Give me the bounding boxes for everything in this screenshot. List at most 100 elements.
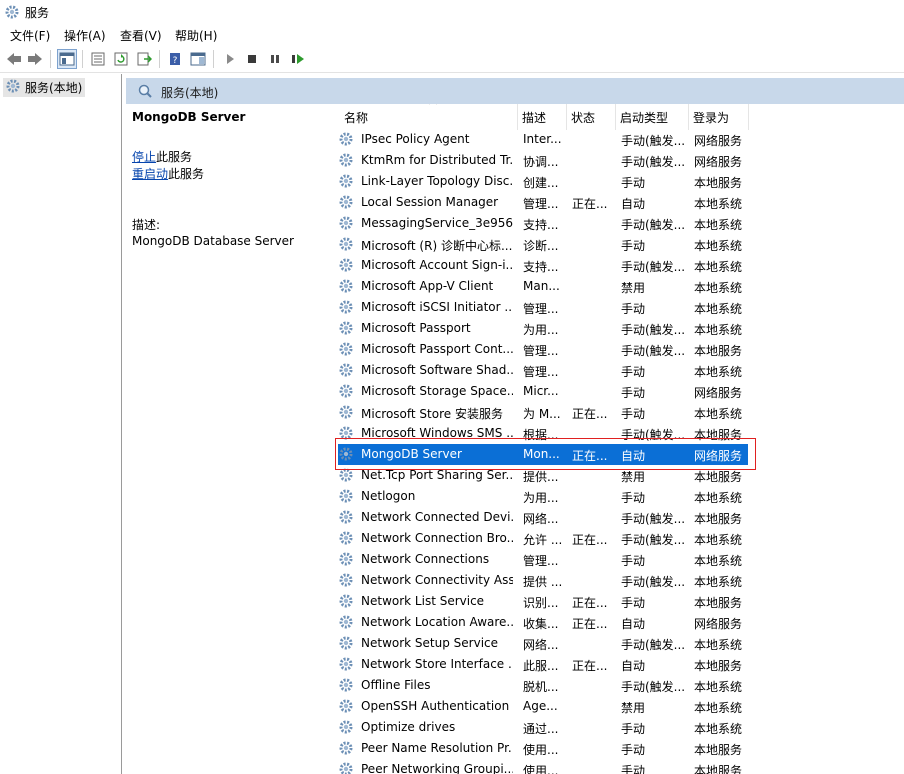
table-row[interactable]: Microsoft Account Sign-i... 支持... 手动(触发...…: [334, 255, 764, 276]
table-row[interactable]: Link-Layer Topology Disc... 创建... 手动 本地服务: [334, 171, 764, 192]
table-row[interactable]: Microsoft Windows SMS ... 根据... 手动(触发... 本地…: [334, 423, 764, 444]
action-pane-icon[interactable]: [188, 49, 208, 69]
restart-service-link[interactable]: 重启动: [132, 167, 168, 181]
service-gear-icon: [338, 278, 354, 297]
table-row[interactable]: Microsoft iSCSI Initiator ... 管理... 手动 本地系统: [334, 297, 764, 318]
column-header-status[interactable]: 状态: [567, 104, 616, 130]
column-header-name[interactable]: 名称: [340, 104, 518, 130]
service-gear-icon: [338, 635, 354, 654]
service-startup-type-cell: 自动: [621, 197, 646, 211]
service-gear-icon: [338, 320, 354, 339]
service-startup-type-cell: 手动: [621, 176, 646, 190]
refresh-icon[interactable]: [111, 49, 131, 69]
service-status-cell: 正在...: [572, 617, 608, 631]
table-row[interactable]: Microsoft Storage Space... Micr... 手动 网络服务: [334, 381, 764, 402]
service-description-cell: 提供...: [523, 470, 559, 484]
service-startup-type-cell: 手动: [621, 554, 646, 568]
table-row[interactable]: Network Location Aware... 收集... 正在... 自动 网络服…: [334, 612, 764, 633]
service-gear-icon: [338, 551, 354, 570]
service-logon-cell: 本地系统: [694, 575, 743, 589]
table-row[interactable]: Net.Tcp Port Sharing Ser... 提供... 禁用 本地服务: [334, 465, 764, 486]
pause-service-icon[interactable]: [265, 49, 285, 69]
service-name-cell: Network Location Aware...: [361, 615, 513, 629]
service-startup-type-cell: 手动(触发...: [621, 260, 686, 274]
properties-sheet-icon[interactable]: [88, 49, 108, 69]
menu-help[interactable]: 帮助(H): [173, 26, 219, 45]
service-gear-icon: [338, 131, 354, 150]
service-logon-cell: 本地系统: [694, 281, 743, 295]
start-service-icon[interactable]: [220, 49, 240, 69]
service-startup-type-cell: 手动(触发...: [621, 428, 686, 442]
console-tree-icon[interactable]: [57, 49, 77, 69]
table-row[interactable]: Microsoft Passport Cont... 管理... 手动(触发... 本…: [334, 339, 764, 360]
column-header-logon-as[interactable]: 登录为: [689, 104, 749, 130]
title-bar: 服务: [0, 0, 904, 24]
service-description-cell: 网络...: [523, 638, 559, 652]
stop-service-link[interactable]: 停止: [132, 150, 156, 164]
back-arrow-icon[interactable]: [4, 49, 24, 69]
service-name-cell: Microsoft Account Sign-i...: [361, 258, 513, 272]
service-startup-type-cell: 手动: [621, 302, 646, 316]
service-gear-icon: [338, 236, 354, 255]
table-row[interactable]: Peer Networking Groupi... 使用... 手动 本地服务: [334, 759, 764, 774]
table-row[interactable]: IPsec Policy Agent Inter... 手动(触发... 网络服务: [334, 129, 764, 150]
table-row[interactable]: Local Session Manager 管理... 正在... 自动 本地系统: [334, 192, 764, 213]
table-row[interactable]: Microsoft (R) 诊断中心标... 诊断... 手动 本地系统: [334, 234, 764, 255]
table-row[interactable]: Microsoft Passport 为用... 手动(触发... 本地系统: [334, 318, 764, 339]
service-startup-type-cell: 手动(触发...: [621, 575, 686, 589]
table-row[interactable]: Netlogon 为用... 手动 本地系统: [334, 486, 764, 507]
table-row[interactable]: KtmRm for Distributed Tr... 协调... 手动(触发...…: [334, 150, 764, 171]
service-name-cell: Microsoft (R) 诊断中心标...: [361, 239, 513, 253]
table-row[interactable]: Network Connection Bro... 允许 ... 正在... 手动(触…: [334, 528, 764, 549]
table-row[interactable]: Network Connected Devi... 网络... 手动(触发... 本地…: [334, 507, 764, 528]
tree-node-services-local[interactable]: 服务(本地): [3, 78, 86, 97]
table-row[interactable]: MessagingService_3e956... 支持... 手动(触发... 本地…: [334, 213, 764, 234]
service-description-cell: Man...: [523, 279, 560, 293]
service-startup-type-cell: 手动(触发...: [621, 680, 686, 694]
menu-view[interactable]: 查看(V): [118, 26, 164, 45]
service-startup-type-cell: 手动: [621, 239, 646, 253]
column-header-description[interactable]: 描述: [518, 104, 567, 130]
services-gear-icon: [4, 4, 20, 23]
menu-action[interactable]: 操作(A): [62, 26, 108, 45]
table-row[interactable]: Network List Service 识别... 正在... 手动 本地服务: [334, 591, 764, 612]
table-row[interactable]: Network Connections 管理... 手动 本地系统: [334, 549, 764, 570]
service-name-cell: Netlogon: [361, 489, 416, 503]
service-name-cell: MongoDB Server: [361, 447, 462, 461]
service-logon-cell: 本地服务: [694, 596, 743, 610]
table-row[interactable]: Network Store Interface ... 此服... 正在... 自动 本…: [334, 654, 764, 675]
service-gear-icon: [338, 488, 354, 507]
table-row[interactable]: Network Setup Service 网络... 手动(触发... 本地系统: [334, 633, 764, 654]
forward-arrow-icon[interactable]: [25, 49, 45, 69]
menu-file[interactable]: 文件(F): [8, 26, 52, 45]
table-row-selected[interactable]: MongoDB Server Mon... 正在... 自动 网络服务: [338, 444, 748, 465]
table-row[interactable]: OpenSSH Authentication ... Age... 禁用 本地系统: [334, 696, 764, 717]
restart-service-icon[interactable]: [288, 49, 308, 69]
service-logon-cell: 本地系统: [694, 260, 743, 274]
service-name-cell: KtmRm for Distributed Tr...: [361, 153, 513, 167]
table-row[interactable]: Offline Files 脱机... 手动(触发... 本地系统: [334, 675, 764, 696]
service-status-cell: 正在...: [572, 407, 608, 421]
service-gear-icon: [338, 698, 354, 717]
service-startup-type-cell: 禁用: [621, 470, 646, 484]
service-name-cell: Microsoft Store 安装服务: [361, 407, 503, 421]
help-book-icon[interactable]: ?: [165, 49, 185, 69]
table-row[interactable]: Peer Name Resolution Pr... 使用... 手动 本地服务: [334, 738, 764, 759]
table-row[interactable]: Microsoft App-V Client Man... 禁用 本地系统: [334, 276, 764, 297]
service-name-cell: Optimize drives: [361, 720, 456, 734]
table-row[interactable]: Microsoft Software Shad... 管理... 手动 本地系统: [334, 360, 764, 381]
service-gear-icon: [338, 215, 354, 234]
table-row[interactable]: Network Connectivity Ass... 提供 ... 手动(触发..…: [334, 570, 764, 591]
service-name-cell: Net.Tcp Port Sharing Ser...: [361, 468, 513, 482]
table-row[interactable]: Optimize drives 通过... 手动 本地系统: [334, 717, 764, 738]
table-row[interactable]: Microsoft Store 安装服务 为 M... 正在... 手动 本地系统: [334, 402, 764, 423]
export-list-icon[interactable]: [134, 49, 154, 69]
restart-action: 重启动此服务: [132, 165, 204, 182]
service-name-cell: Peer Name Resolution Pr...: [361, 741, 513, 755]
service-logon-cell: 本地系统: [694, 407, 743, 421]
service-name-cell: Network Connected Devi...: [361, 510, 513, 524]
column-header-startup-type[interactable]: 启动类型: [616, 104, 689, 130]
stop-service-icon[interactable]: [242, 49, 262, 69]
toolbar-separator: [159, 50, 160, 68]
service-logon-cell: 网络服务: [694, 134, 743, 148]
